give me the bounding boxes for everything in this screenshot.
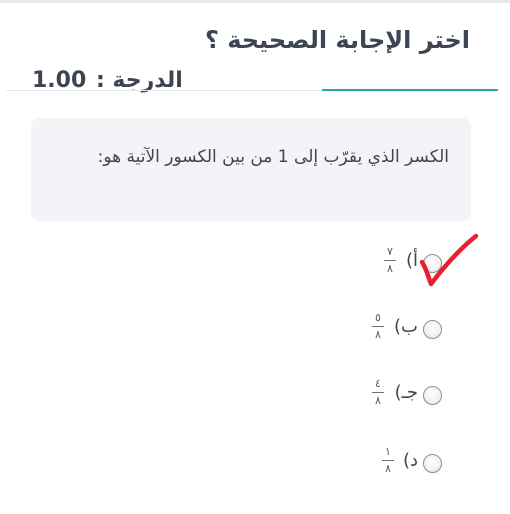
option-fraction: ٥ ٨: [370, 311, 386, 342]
radio-button[interactable]: [423, 386, 442, 405]
option-letter: جـ): [394, 382, 418, 403]
option-fraction: ١ ٨: [380, 445, 396, 476]
fraction-denominator: ٨: [375, 328, 381, 341]
fraction-bar: [384, 260, 396, 261]
accent-divider: [322, 89, 498, 91]
fraction-denominator: ٨: [387, 262, 393, 275]
option-c[interactable]: جـ) ٤ ٨: [332, 377, 442, 417]
fraction-denominator: ٨: [385, 462, 391, 475]
option-letter: أ): [405, 250, 418, 271]
option-fraction: ٤ ٨: [370, 377, 386, 408]
fraction-numerator: ١: [385, 445, 391, 458]
fraction-bar: [382, 460, 394, 461]
question-box: الكسر الذي يقرّب إلى 1 من بين الكسور الآ…: [31, 118, 471, 221]
radio-button[interactable]: [423, 454, 442, 473]
fraction-bar: [372, 392, 384, 393]
option-b[interactable]: ب) ٥ ٨: [332, 311, 442, 351]
question-text: الكسر الذي يقرّب إلى 1 من بين الكسور الآ…: [97, 147, 449, 167]
option-fraction: ٧ ٨: [382, 245, 398, 276]
fraction-bar: [372, 326, 384, 327]
top-border: [0, 0, 510, 3]
page-title: اختر الإجابة الصحيحة ؟: [204, 26, 470, 54]
option-letter: ب): [394, 316, 418, 337]
checkmark-icon: [419, 233, 479, 287]
fraction-numerator: ٥: [375, 311, 381, 324]
divider: [6, 90, 322, 91]
fraction-numerator: ٧: [387, 245, 393, 258]
radio-button[interactable]: [423, 320, 442, 339]
fraction-numerator: ٤: [375, 377, 381, 390]
option-letter: د): [402, 450, 418, 471]
fraction-denominator: ٨: [375, 394, 381, 407]
option-d[interactable]: د) ١ ٨: [332, 445, 442, 485]
